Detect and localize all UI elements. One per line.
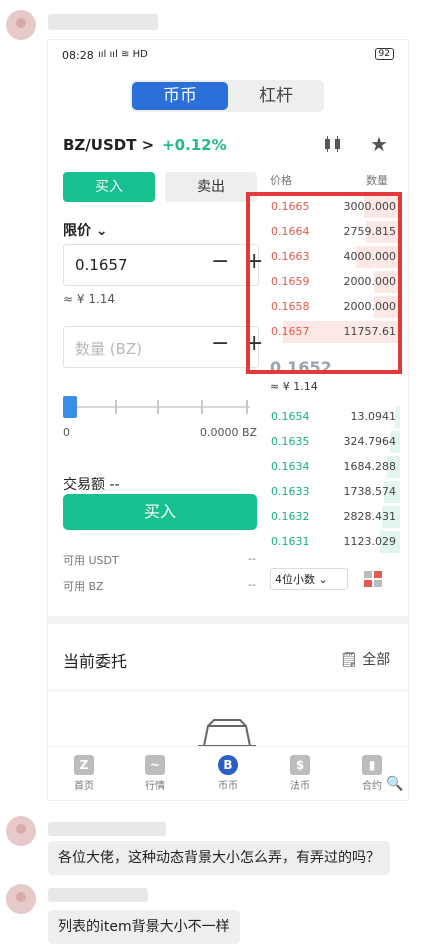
chat-message: 列表的item背景大小不一样 — [48, 910, 240, 944]
price-cny: ≈ ¥ 1.14 — [63, 292, 116, 306]
tab-label: 法币 — [290, 781, 310, 792]
last-price-cny: ≈ ¥ 1.14 — [270, 380, 318, 393]
wallet-icon: $ — [290, 755, 310, 775]
tab-home[interactable]: Z 首页 — [56, 747, 112, 792]
slider-tick — [115, 400, 117, 414]
bid-row[interactable]: 0.1632 2828.431 — [266, 505, 400, 530]
slider-tick — [157, 400, 159, 414]
tab-label: 行情 — [145, 781, 165, 792]
trade-amount: 交易额 -- — [63, 477, 120, 493]
slider-value-label: 0.0000 BZ — [200, 426, 258, 439]
bid-price: 0.1632 — [271, 510, 310, 523]
zoom-icon[interactable]: 🔍 — [386, 776, 403, 792]
buy-tab-button[interactable]: 买入 — [63, 172, 155, 202]
bid-quantity: 324.7964 — [343, 435, 397, 448]
bid-quantity: 1684.288 — [343, 460, 397, 473]
bid-price: 0.1654 — [271, 410, 310, 423]
bid-quantity: 13.0941 — [350, 410, 397, 423]
bitcoin-icon: B — [218, 755, 238, 775]
buy-button[interactable]: 买入 — [63, 494, 257, 530]
tab-spot-nav[interactable]: B 币币 — [200, 747, 256, 792]
document-icon: 🗒 — [340, 652, 358, 668]
bookmark-icon: ▮ — [362, 755, 382, 775]
exchange-app-screenshot: 08:28 ııl ııl ≋ HD 92 币币 杠杆 BZ/USDT > +0… — [48, 40, 408, 800]
price-header: 价格 — [270, 174, 292, 187]
price-value: 0.1657 — [75, 256, 128, 274]
avatar — [6, 10, 36, 40]
sender-name-blurred — [48, 822, 166, 836]
market-segment: 币币 杠杆 — [130, 80, 324, 112]
status-bar: 08:28 ııl ııl ≋ HD 92 — [48, 40, 408, 70]
available-usdt-label: 可用 USDT — [63, 554, 119, 567]
home-icon: Z — [74, 755, 94, 775]
status-time: 08:28 — [62, 49, 94, 62]
star-icon[interactable]: ★ — [370, 132, 388, 156]
available-bz-value: -- — [248, 578, 256, 591]
tab-spot[interactable]: 币币 — [132, 82, 228, 110]
depth-mode-icon[interactable] — [364, 571, 382, 587]
pair-selector[interactable]: BZ/USDT > — [63, 136, 154, 154]
tab-fiat[interactable]: $ 法币 — [272, 747, 328, 792]
chart-icon: ~ — [145, 755, 165, 775]
price-change: +0.12% — [162, 136, 227, 154]
signal-icon: ııl ııl ≋ HD — [98, 49, 148, 60]
order-type-dropdown[interactable]: 限价 ⌄ — [63, 220, 108, 240]
divider — [48, 690, 408, 691]
tab-market[interactable]: ~ 行情 — [127, 747, 183, 792]
candlestick-icon[interactable] — [322, 136, 344, 156]
quantity-input[interactable]: 数量 (BZ) − + — [63, 326, 263, 368]
bid-row[interactable]: 0.1634 1684.288 — [266, 455, 400, 480]
available-usdt-value: -- — [248, 552, 256, 565]
tab-label: 币币 — [218, 781, 238, 792]
slider-tick — [246, 400, 248, 414]
tab-margin[interactable]: 杠杆 — [230, 82, 322, 110]
bid-price: 0.1635 — [271, 435, 310, 448]
quantity-minus-button[interactable]: − — [211, 331, 229, 356]
sell-tab-button[interactable]: 卖出 — [165, 172, 257, 202]
price-input[interactable]: 0.1657 − + — [63, 244, 263, 286]
sender-name-blurred — [48, 888, 148, 902]
bid-row[interactable]: 0.1654 13.0941 — [266, 405, 400, 430]
bottom-tab-bar: Z 首页 ~ 行情 B 币币 $ 法币 ▮ 合约 — [48, 746, 408, 800]
bid-row[interactable]: 0.1635 324.7964 — [266, 430, 400, 455]
all-orders-link[interactable]: 🗒 全部 — [340, 649, 390, 669]
decimal-precision-dropdown[interactable]: 4位小数 ⌄ — [270, 568, 348, 590]
chat-message: 各位大佬，这种动态背景大小怎么弄，有弄过的吗？ — [48, 841, 390, 875]
bid-price: 0.1631 — [271, 535, 310, 548]
bid-quantity: 2828.431 — [343, 510, 397, 523]
slider-tick — [201, 400, 203, 414]
avatar — [6, 884, 36, 914]
quantity-header: 数量 — [366, 174, 388, 187]
bid-price: 0.1634 — [271, 460, 310, 473]
amount-slider[interactable] — [74, 406, 250, 408]
avatar — [6, 816, 36, 846]
current-orders-title: 当前委托 — [63, 652, 128, 671]
bid-quantity: 1123.029 — [343, 535, 397, 548]
available-bz-label: 可用 BZ — [63, 580, 104, 593]
battery-icon: 92 — [374, 48, 394, 60]
section-divider — [48, 616, 408, 624]
slider-min-label: 0 — [63, 426, 70, 439]
sender-name-blurred — [48, 14, 158, 30]
price-minus-button[interactable]: − — [211, 249, 229, 274]
quantity-placeholder: 数量 (BZ) — [75, 340, 143, 358]
bid-row[interactable]: 0.1633 1738.574 — [266, 480, 400, 505]
highlight-annotation-box — [246, 192, 402, 374]
all-orders-label: 全部 — [362, 652, 391, 668]
bid-row[interactable]: 0.1631 1123.029 — [266, 530, 400, 555]
slider-handle[interactable] — [63, 396, 77, 418]
bid-price: 0.1633 — [271, 485, 310, 498]
bid-quantity: 1738.574 — [343, 485, 397, 498]
tab-label: 首页 — [74, 781, 94, 792]
